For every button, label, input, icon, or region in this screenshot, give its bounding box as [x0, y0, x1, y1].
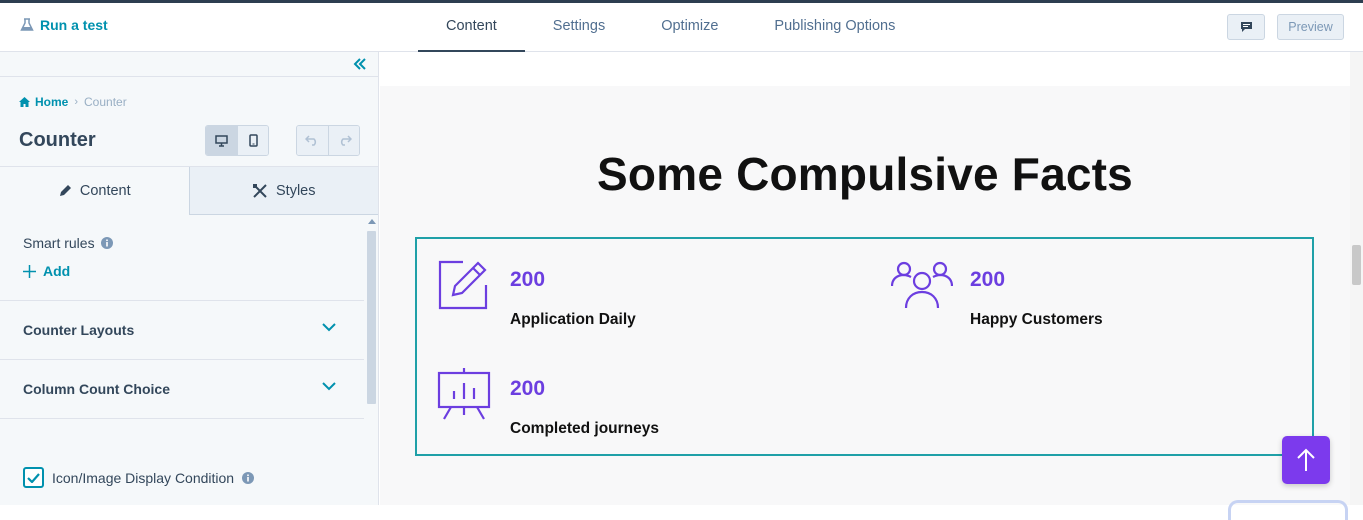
counter-layouts-label: Counter Layouts	[23, 322, 135, 338]
panel-tabs: Content Styles	[0, 166, 378, 215]
pencil-icon	[59, 185, 71, 196]
counter-label: Happy Customers	[970, 311, 1103, 328]
counter-layouts-section[interactable]: Counter Layouts	[0, 300, 364, 359]
preview-button[interactable]: Preview	[1277, 14, 1344, 40]
styles-tools-icon	[253, 183, 267, 198]
info-icon[interactable]	[242, 471, 255, 484]
checkmark-icon	[27, 472, 40, 483]
scroll-to-top-button[interactable]	[1282, 436, 1330, 484]
add-label: Add	[43, 263, 71, 279]
presentation-chart-icon	[437, 368, 491, 420]
redo-icon	[340, 135, 352, 146]
collapse-sidebar-icon[interactable]	[352, 56, 368, 72]
breadcrumb: Home › Counter	[19, 95, 127, 109]
panel-tab-styles-label: Styles	[276, 182, 316, 199]
icon-display-condition-row: Icon/Image Display Condition	[23, 467, 255, 488]
tab-publishing-options[interactable]: Publishing Options	[746, 3, 923, 52]
preview-scrollbar[interactable]	[1350, 52, 1363, 505]
breadcrumb-home[interactable]: Home	[19, 95, 68, 109]
comment-icon	[1240, 22, 1252, 32]
page-preview-canvas: Some Compulsive Facts 200 Application Da…	[380, 52, 1350, 505]
sidebar-scroll-thumb[interactable]	[367, 231, 376, 404]
icon-display-condition-checkbox[interactable]	[23, 467, 44, 488]
info-icon[interactable]	[100, 237, 113, 249]
preview-scroll-thumb[interactable]	[1352, 245, 1361, 285]
breadcrumb-current: Counter	[84, 95, 127, 109]
desktop-icon	[215, 134, 228, 147]
undo-icon	[305, 135, 317, 146]
tab-content[interactable]: Content	[418, 3, 525, 53]
facts-section: Some Compulsive Facts 200 Application Da…	[380, 86, 1350, 505]
scroll-up-arrow-icon[interactable]	[368, 219, 376, 224]
undo-button[interactable]	[297, 126, 328, 155]
desktop-view-button[interactable]	[206, 126, 237, 155]
column-count-choice-label: Column Count Choice	[23, 381, 170, 397]
flask-icon	[20, 18, 34, 31]
add-smart-rule-button[interactable]: Add	[23, 263, 70, 279]
module-sidebar: Home › Counter Counter Content Styles Sm…	[0, 52, 379, 505]
tab-optimize[interactable]: Optimize	[633, 3, 746, 52]
smart-rules-text: Smart rules	[23, 235, 95, 251]
collapse-row	[0, 52, 378, 77]
redo-button[interactable]	[328, 126, 359, 155]
panel-tab-styles[interactable]: Styles	[189, 167, 378, 215]
panel-tab-content[interactable]: Content	[0, 167, 190, 215]
device-toggle	[205, 125, 269, 156]
mobile-view-button[interactable]	[237, 126, 268, 155]
breadcrumb-separator-icon: ›	[74, 96, 79, 108]
column-count-choice-section[interactable]: Column Count Choice	[0, 359, 364, 418]
chevron-down-icon	[322, 382, 336, 391]
sidebar-scrollbar[interactable]	[365, 215, 378, 505]
customers-icon	[891, 261, 953, 309]
edit-icon	[438, 260, 488, 310]
chevron-down-icon	[322, 323, 336, 332]
counter-value: 200	[510, 268, 546, 291]
arrow-up-icon	[1297, 448, 1315, 471]
counter-value: 200	[970, 268, 1006, 291]
comments-button[interactable]	[1227, 14, 1265, 40]
editor-topbar: Run a test Content Settings Optimize Pub…	[0, 3, 1363, 53]
run-test-label: Run a test	[40, 17, 108, 33]
counter-label: Application Daily	[510, 311, 636, 328]
history-controls	[296, 125, 360, 156]
chat-widget-edge[interactable]	[1228, 500, 1348, 520]
content-panel: Smart rules Add Counter Layouts Column C…	[0, 215, 365, 505]
breadcrumb-home-label: Home	[35, 95, 69, 109]
counter-module-selected[interactable]: 200 Application Daily 200 Happy Customer…	[415, 237, 1314, 456]
editor-tabs: Content Settings Optimize Publishing Opt…	[418, 3, 923, 53]
counter-label: Completed journeys	[510, 420, 659, 437]
run-test-button[interactable]: Run a test	[20, 17, 108, 33]
tab-settings[interactable]: Settings	[525, 3, 633, 52]
smart-rules-label: Smart rules	[23, 235, 113, 251]
panel-tab-content-label: Content	[79, 183, 131, 199]
plus-icon	[23, 264, 36, 278]
module-title: Counter	[19, 129, 96, 151]
section-divider	[0, 418, 364, 419]
mobile-icon	[248, 134, 258, 147]
home-icon	[19, 97, 30, 107]
counter-value: 200	[510, 377, 546, 400]
icon-display-condition-label: Icon/Image Display Condition	[52, 469, 235, 486]
facts-heading: Some Compulsive Facts	[597, 148, 1133, 200]
